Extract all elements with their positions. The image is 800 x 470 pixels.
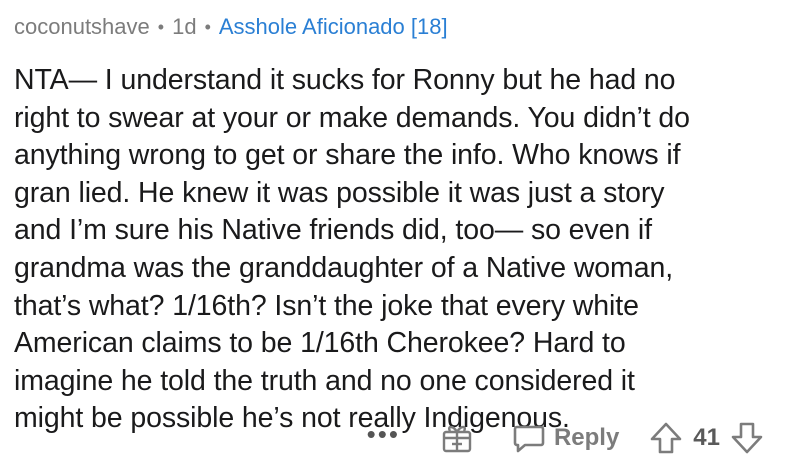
- reply-label: Reply: [553, 424, 620, 451]
- meta-separator: •: [204, 17, 211, 37]
- meta-separator: •: [157, 17, 165, 37]
- more-options-icon[interactable]: •••: [367, 421, 400, 452]
- comment-body-line: anything wrong to get or share the info.…: [14, 139, 681, 172]
- comment: coconutshave • 1d • Asshole Aficionado […: [0, 0, 800, 470]
- vote-score: 41: [693, 424, 720, 451]
- comment-actions: ••• Reply 41: [367, 418, 764, 458]
- comment-body-line: imagine he told the truth and no one con…: [14, 364, 635, 397]
- upvote-arrow-icon[interactable]: [649, 421, 683, 455]
- comment-body-line: that’s what? 1/16th? Isn’t the joke that…: [14, 289, 639, 322]
- comment-body-line: and I’m sure his Native friends did, too…: [14, 214, 652, 247]
- downvote-arrow-icon[interactable]: [730, 421, 764, 455]
- user-flair: Asshole Aficionado [18]: [218, 14, 448, 39]
- comment-username[interactable]: coconutshave: [14, 12, 150, 42]
- gift-award-icon[interactable]: [440, 421, 474, 455]
- comment-body-line: grandma was the granddaughter of a Nativ…: [14, 251, 674, 284]
- comment-body: NTA— I understand it sucks for Ronny but…: [14, 62, 784, 438]
- comment-body-line: NTA— I understand it sucks for Ronny but…: [14, 64, 676, 96]
- reply-button[interactable]: Reply: [512, 421, 619, 455]
- comment-body-line: American claims to be 1/16th Cherokee? H…: [14, 327, 626, 360]
- comment-age: 1d: [172, 14, 197, 39]
- speech-bubble-icon: [513, 425, 545, 453]
- comment-meta: coconutshave • 1d • Asshole Aficionado […: [14, 12, 786, 42]
- comment-body-line: gran lied. He knew it was possible it wa…: [14, 176, 665, 209]
- comment-body-line: right to swear at your or make demands. …: [14, 101, 690, 134]
